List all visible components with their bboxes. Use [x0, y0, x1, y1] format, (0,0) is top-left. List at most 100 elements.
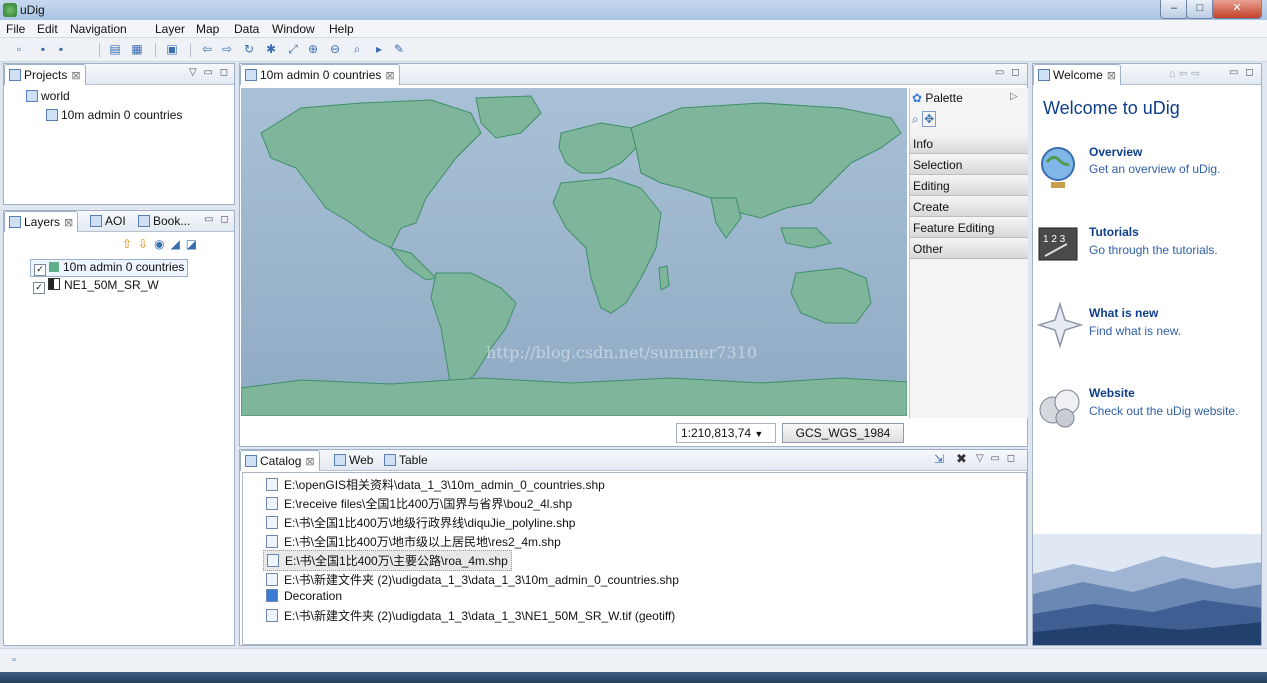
window-title: uDig: [20, 3, 45, 17]
palette-collapse-icon[interactable]: ▷: [1010, 91, 1018, 102]
list-item[interactable]: E:\书\新建文件夹 (2)\udigdata_1_3\data_1_3\10m…: [266, 571, 679, 588]
import-icon[interactable]: ⇲: [934, 452, 944, 466]
layer-visibility-checkbox[interactable]: ✓: [33, 282, 45, 294]
palette-tools[interactable]: ⌕ ✥: [912, 111, 937, 127]
minimize-button[interactable]: –: [1160, 0, 1188, 19]
tab-table[interactable]: Table: [380, 450, 432, 470]
menu-bar: File Edit Navigation Layer Map Data Wind…: [0, 20, 1267, 38]
menu-data[interactable]: Data: [234, 22, 259, 36]
whats-new-link[interactable]: What is new: [1089, 306, 1158, 320]
print-icon[interactable]: ▤: [108, 42, 122, 56]
tab-catalog[interactable]: Catalog ⊠: [240, 450, 320, 471]
website-link[interactable]: Website: [1089, 386, 1135, 400]
palette-feature-editing[interactable]: Feature Editing: [910, 218, 1028, 238]
stop-icon[interactable]: ✱: [264, 42, 278, 56]
menu-layer[interactable]: Layer: [155, 22, 185, 36]
scale-combo[interactable]: 1:210,813,74 ▼: [676, 423, 776, 443]
globe-icon[interactable]: [1037, 144, 1079, 188]
list-item-selected[interactable]: E:\书\全国1比400万\主要公路\roa_4m.shp: [263, 550, 512, 571]
world-map-graphic[interactable]: http://blog.csdn.net/summer7310: [241, 88, 907, 416]
minimize-maximize-icon[interactable]: ▭ ◻: [995, 67, 1022, 78]
menu-file[interactable]: File: [6, 22, 25, 36]
pan-icon[interactable]: ▸: [372, 42, 386, 56]
map-canvas[interactable]: http://blog.csdn.net/summer7310: [241, 88, 907, 416]
save-all-icon[interactable]: ▪: [54, 42, 68, 56]
list-item[interactable]: E:\书\新建文件夹 (2)\udigdata_1_3\data_1_3\NE1…: [266, 607, 675, 624]
list-item[interactable]: E:\openGIS相关资料\data_1_3\10m_admin_0_coun…: [266, 476, 605, 493]
welcome-heading: Welcome to uDig: [1043, 98, 1180, 118]
layer-visibility-checkbox[interactable]: ✓: [34, 264, 46, 276]
palette-panel: ✿ Palette ▷ ⌕ ✥ Info Selection Editing C…: [909, 88, 1028, 418]
save-icon[interactable]: ▪: [36, 42, 50, 56]
list-item[interactable]: E:\receive files\全国1比400万\国界与省界\bou2_4l.…: [266, 495, 572, 512]
tab-layers[interactable]: Layers ⊠: [4, 211, 79, 232]
close-icon[interactable]: ⊠: [71, 70, 80, 82]
close-icon[interactable]: ⊠: [64, 217, 73, 229]
layer-order-controls[interactable]: ⇧⇩◉◢◪: [122, 237, 203, 251]
minimize-maximize-icon[interactable]: ▭ ◻: [1229, 67, 1256, 78]
website-icon[interactable]: [1037, 384, 1080, 428]
file-icon: [266, 497, 278, 510]
palette-create[interactable]: Create: [910, 197, 1028, 217]
menu-window[interactable]: Window: [272, 22, 315, 36]
palette-selection[interactable]: Selection: [910, 155, 1028, 175]
overview-link[interactable]: Overview: [1089, 145, 1142, 159]
export-icon[interactable]: ▦: [130, 42, 144, 56]
tutorials-link[interactable]: Tutorials: [1089, 225, 1139, 239]
palette-info[interactable]: Info: [910, 134, 1028, 154]
main-toolbar: ▫ ▪ ▪ ▤ ▦ ▣ ⇦ ⇨ ↻ ✱ ⤢ ⊕ ⊖ ⌕ ▸ ✎: [0, 38, 1267, 62]
zoom-in-icon[interactable]: ⊕: [306, 42, 320, 56]
list-item[interactable]: Decoration: [266, 589, 342, 603]
tutorials-icon[interactable]: 1 2 3: [1037, 226, 1079, 268]
menu-help[interactable]: Help: [329, 22, 354, 36]
zoom-out-icon[interactable]: ⊖: [328, 42, 342, 56]
star-icon[interactable]: [1036, 301, 1084, 349]
list-item[interactable]: E:\书\全国1比400万\地市级以上居民地\res2_4m.shp: [266, 533, 561, 550]
list-item[interactable]: E:\书\全国1比400万\地级行政界线\diquJie_polyline.sh…: [266, 514, 575, 531]
tab-aoi[interactable]: AOI: [86, 211, 130, 231]
tab-map[interactable]: 10m admin 0 countries ⊠: [240, 64, 400, 85]
menu-navigation[interactable]: Navigation: [70, 22, 127, 36]
back-icon[interactable]: ⇦: [200, 42, 214, 56]
close-icon[interactable]: ⊠: [305, 456, 314, 468]
file-icon: [267, 554, 279, 567]
edit-icon[interactable]: ✎: [392, 42, 406, 56]
refresh-icon[interactable]: ↻: [242, 42, 256, 56]
new-icon[interactable]: ▫: [12, 42, 26, 56]
crs-button[interactable]: GCS_WGS_1984: [782, 423, 904, 443]
layer-item[interactable]: ✓ 10m admin 0 countries: [30, 259, 189, 277]
tree-item-world[interactable]: world: [26, 89, 70, 103]
palette-icon: ✿: [912, 91, 923, 105]
close-icon[interactable]: ⊠: [1107, 70, 1116, 82]
maximize-button[interactable]: □: [1186, 0, 1214, 19]
minimize-maximize-icon[interactable]: ▭ ◻: [204, 214, 231, 225]
zoom-extent-icon[interactable]: ⤢: [286, 42, 300, 56]
raster-layer-icon: [48, 278, 60, 290]
forward-icon[interactable]: ⇨: [220, 42, 234, 56]
tab-bookmarks[interactable]: Book...: [134, 211, 194, 231]
file-icon: [266, 478, 278, 491]
web-icon: [334, 454, 346, 466]
tab-web[interactable]: Web: [330, 450, 377, 470]
properties-icon[interactable]: ▣: [165, 42, 179, 56]
map-editor-panel: 10m admin 0 countries ⊠ ▭ ◻ http://blog.…: [239, 63, 1028, 447]
close-icon[interactable]: ⊠: [385, 70, 394, 82]
fast-view-icon[interactable]: ▫: [12, 654, 16, 666]
remove-icon[interactable]: ✖: [956, 451, 967, 467]
palette-header[interactable]: ✿ Palette: [912, 91, 963, 105]
tab-welcome[interactable]: Welcome ⊠: [1033, 64, 1122, 85]
close-button[interactable]: ✕: [1212, 0, 1262, 19]
view-menu-icon[interactable]: ▽ ▭ ◻: [976, 453, 1017, 464]
menu-edit[interactable]: Edit: [37, 22, 58, 36]
palette-editing[interactable]: Editing: [910, 176, 1028, 196]
zoom-tool-icon[interactable]: ⌕: [350, 42, 364, 56]
website-desc: Check out the uDig website.: [1089, 404, 1239, 418]
home-back-forward-icons[interactable]: ⌂ ⇦ ⇨: [1169, 67, 1200, 80]
palette-other[interactable]: Other: [910, 239, 1028, 259]
menu-map[interactable]: Map: [196, 22, 219, 36]
tab-projects[interactable]: Projects ⊠: [4, 64, 86, 85]
file-icon: [266, 535, 278, 548]
layer-item[interactable]: ✓ NE1_50M_SR_W: [33, 278, 159, 294]
tree-item-map[interactable]: 10m admin 0 countries: [46, 108, 182, 122]
view-menu-icon[interactable]: ▽ ▭ ◻: [189, 67, 230, 78]
